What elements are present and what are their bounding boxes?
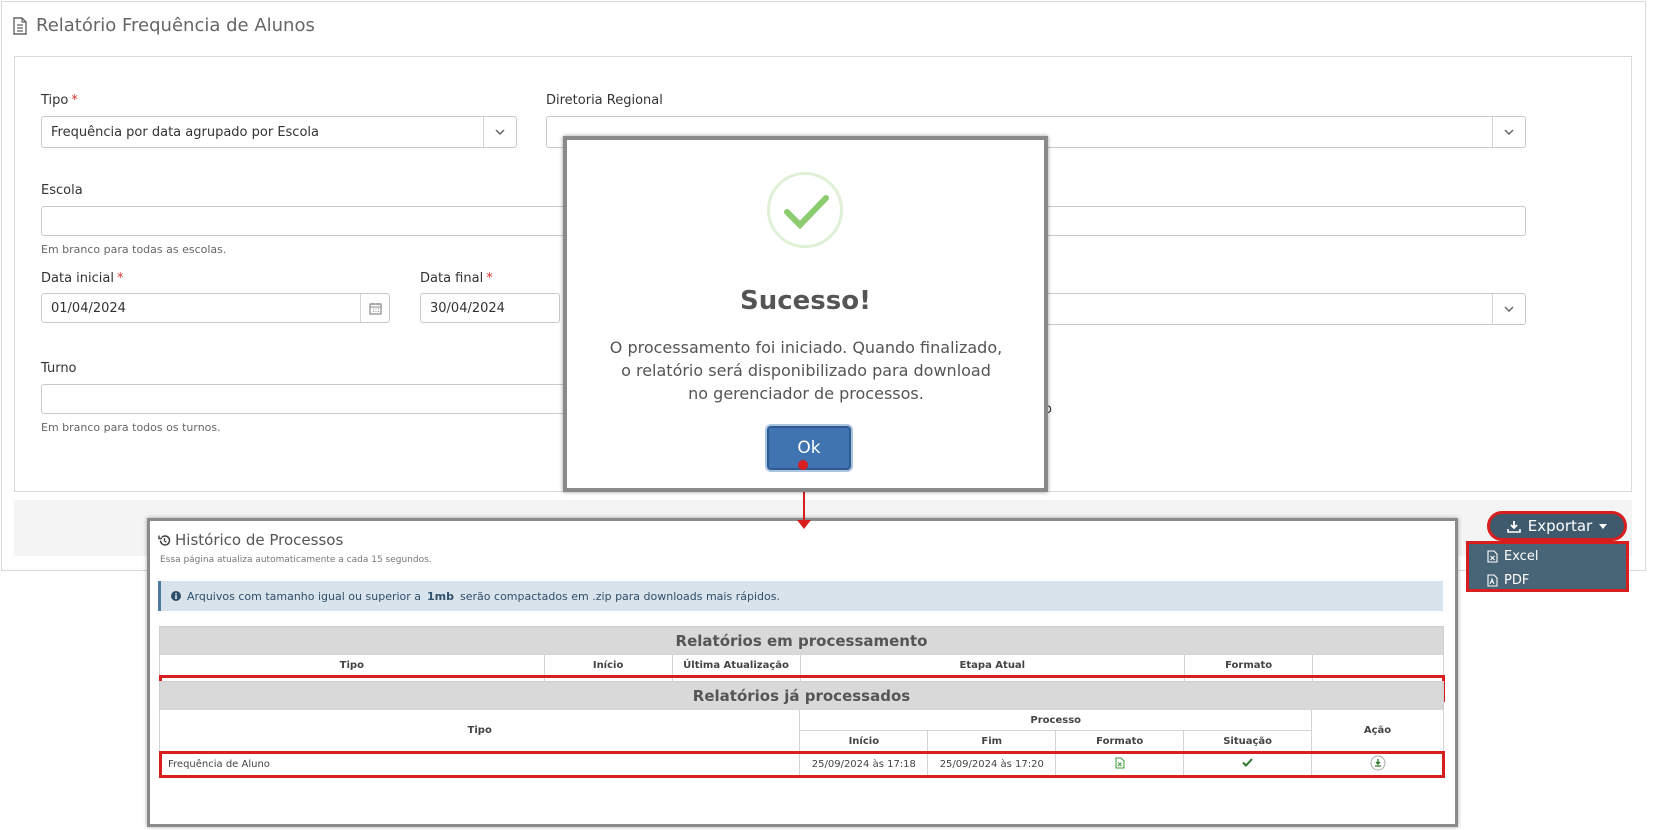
col-situacao: Situação [1183, 730, 1313, 752]
annotation-connector-dot [798, 460, 808, 470]
modal-message-line: O processamento foi iniciado. Quando fin… [609, 338, 1003, 357]
export-button[interactable]: Exportar [1487, 511, 1627, 541]
col-tipo: Tipo [158, 709, 801, 752]
download-icon [1506, 520, 1521, 533]
excel-file-icon [1487, 550, 1498, 563]
history-icon [158, 534, 171, 547]
process-history-panel: Histórico de Processos Essa página atual… [147, 518, 1458, 827]
ok-button[interactable]: Ok [767, 426, 851, 470]
report-title-text: Relatório Frequência de Alunos [36, 15, 315, 36]
checkmark-icon [1242, 758, 1253, 767]
modal-message-line: o relatório será disponibilizado para do… [621, 361, 991, 380]
col-formato: Formato [1184, 654, 1314, 676]
row-fim: 25/09/2024 às 17:20 [927, 751, 1057, 777]
calendar-icon[interactable] [360, 294, 389, 322]
escola-label: Escola [41, 183, 83, 198]
info-text-bold: 1mb [427, 589, 455, 603]
history-subtitle: Essa página atualiza automaticamente a c… [160, 555, 432, 565]
modal-message-line: no gerenciador de processos. [688, 384, 924, 403]
diretoria-label: Diretoria Regional [546, 93, 663, 108]
modal-title: Sucesso! [740, 286, 871, 316]
history-title-text: Histórico de Processos [175, 531, 344, 549]
data-final-label: Data final * [420, 271, 493, 286]
data-inicial-field[interactable]: 01/04/2024 [41, 293, 390, 323]
col-acao [1312, 654, 1444, 676]
escola-hint: Em branco para todas as escolas. [41, 243, 227, 256]
data-final-field[interactable]: 30/04/2024 [420, 293, 560, 323]
col-ultima-atualizacao: Última Atualização [671, 654, 801, 676]
document-icon [12, 16, 28, 35]
tipo-label: Tipo * [41, 93, 78, 108]
table-row: Frequência de Aluno 25/09/2024 às 17:18 … [158, 750, 1445, 778]
col-etapa-atual: Etapa Atual [799, 654, 1186, 676]
pdf-file-icon [1487, 574, 1498, 587]
processing-section-title: Relatórios em processamento [159, 626, 1444, 654]
processed-section-title: Relatórios já processados [159, 681, 1444, 709]
tipo-select[interactable]: Frequência por data agrupado por Escola [41, 116, 517, 148]
col-fim: Fim [927, 730, 1057, 752]
success-modal: Sucesso! O processamento foi iniciado. Q… [563, 136, 1048, 492]
export-item-excel[interactable]: Excel [1487, 549, 1538, 564]
data-inicial-value: 01/04/2024 [51, 300, 126, 316]
col-formato: Formato [1055, 730, 1185, 752]
export-item-excel-label: Excel [1504, 549, 1539, 564]
chevron-down-icon[interactable] [1492, 294, 1525, 324]
col-inicio: Início [799, 730, 929, 752]
annotation-arrow-head [797, 520, 811, 529]
data-final-value: 30/04/2024 [430, 300, 505, 316]
info-icon [171, 591, 181, 601]
info-text-post: serão compactados em .zip para downloads… [460, 589, 780, 603]
chevron-down-icon[interactable] [1492, 117, 1525, 147]
col-processo: Processo [799, 709, 1313, 731]
excel-file-icon [1115, 757, 1125, 769]
turno-hint: Em branco para todos os turnos. [41, 421, 221, 434]
row-tipo: Frequência de Aluno [158, 751, 801, 777]
col-tipo: Tipo [159, 654, 545, 676]
turno-label: Turno [41, 361, 77, 376]
tipo-select-value: Frequência por data agrupado por Escola [51, 124, 319, 140]
modal-message: O processamento foi iniciado. Quando fin… [591, 336, 1021, 405]
col-inicio: Início [543, 654, 673, 676]
success-check-icon [767, 172, 843, 248]
turno-field[interactable] [41, 384, 581, 414]
export-item-pdf[interactable]: PDF [1487, 573, 1529, 588]
caret-down-icon [1599, 523, 1608, 529]
export-item-pdf-label: PDF [1504, 573, 1530, 588]
export-menu: Excel PDF [1466, 541, 1629, 592]
info-text-pre: Arquivos com tamanho igual ou superior a [187, 589, 422, 603]
right-select[interactable] [1000, 293, 1526, 325]
col-acao: Ação [1311, 709, 1444, 752]
report-title: Relatório Frequência de Alunos [12, 15, 315, 36]
download-button[interactable] [1370, 755, 1386, 771]
processed-table: Tipo Processo Ação Início Fim Formato Si… [158, 709, 1445, 778]
info-alert: Arquivos com tamanho igual ou superior a… [158, 581, 1443, 611]
data-inicial-label: Data inicial * [41, 271, 124, 286]
export-button-label: Exportar [1527, 517, 1593, 535]
chevron-down-icon[interactable] [483, 117, 516, 147]
row-inicio: 25/09/2024 às 17:18 [799, 751, 929, 777]
history-title: Histórico de Processos [158, 531, 343, 549]
